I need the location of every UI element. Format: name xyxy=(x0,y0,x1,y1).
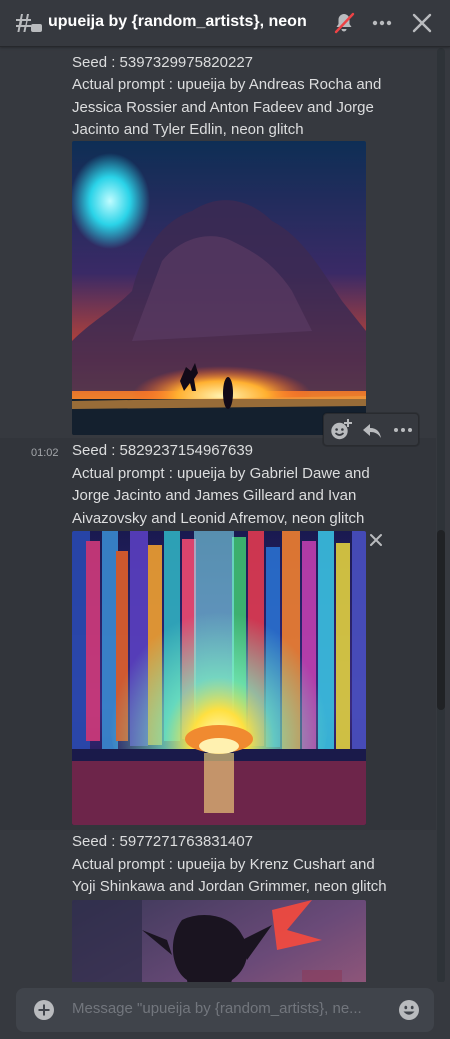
bell-slash-icon[interactable] xyxy=(333,12,355,34)
close-icon[interactable] xyxy=(411,12,433,34)
thread-title: upueija by {random_artists}, neon xyxy=(48,13,307,30)
message-composer[interactable]: Message "upueija by {random_artists}, ne… xyxy=(16,988,434,1032)
prompt-text: Actual prompt : upueija by Krenz Cushart… xyxy=(72,855,387,896)
message-actions-toolbar xyxy=(323,413,419,446)
scrollbar-track[interactable] xyxy=(437,48,445,983)
prompt-text: Actual prompt : upueija by Andreas Rocha… xyxy=(72,76,382,138)
reply-icon[interactable] xyxy=(360,418,384,442)
prompt-text: Actual prompt : upueija by Gabriel Dawe … xyxy=(72,464,370,527)
threads-icon xyxy=(16,14,42,32)
thread-header: upueija by {random_artists}, neon xyxy=(0,0,450,47)
message-2: 01:02 Seed : 5829237154967639 Actual pro… xyxy=(0,438,436,830)
emoji-icon[interactable] xyxy=(397,998,421,1022)
message-1: Seed : 5397329975820227 Actual prompt : … xyxy=(0,48,436,438)
seed-text: Seed : 5977271763831407 xyxy=(72,833,254,850)
seed-text: Seed : 5397329975820227 xyxy=(72,54,254,71)
scrollbar-thumb[interactable] xyxy=(437,530,445,710)
add-attachment-icon[interactable] xyxy=(32,998,56,1022)
timestamp: 01:02 xyxy=(31,447,59,459)
more-icon[interactable] xyxy=(391,418,415,442)
message-3: Seed : 5977271763831407 Actual prompt : … xyxy=(0,830,436,1039)
add-reaction-icon[interactable] xyxy=(329,418,353,442)
remove-embed-icon[interactable] xyxy=(368,532,384,548)
message-input[interactable]: Message "upueija by {random_artists}, ne… xyxy=(72,1000,384,1017)
more-icon[interactable] xyxy=(371,12,393,34)
neon-landscape-image[interactable] xyxy=(72,141,366,435)
prismatic-glitch-image[interactable] xyxy=(72,531,366,825)
